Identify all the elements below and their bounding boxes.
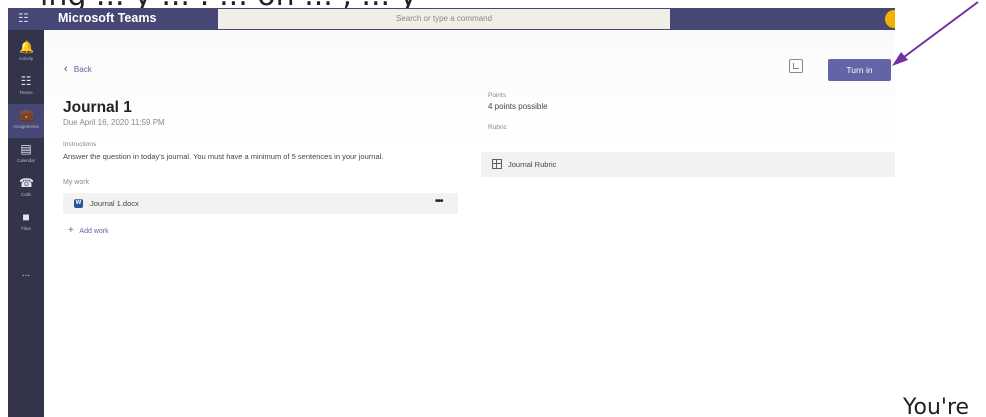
due-date: Due April 16, 2020 11:59 PM [63, 118, 165, 127]
more-apps-icon[interactable]: ... [8, 268, 44, 279]
phone-icon: ☎ [19, 176, 34, 190]
add-work-label: Add work [79, 228, 109, 235]
app-launcher-icon[interactable]: ☷ [18, 11, 32, 25]
arrow-head [892, 52, 908, 66]
rail-label: Teams [19, 90, 33, 95]
app-bar: 🔔 Activity ☷ Teams 💼 Assignments ▤ Calen… [8, 30, 44, 417]
immersive-reader-icon[interactable] [789, 59, 803, 73]
my-work-label: My work [63, 179, 90, 186]
back-label: Back [73, 65, 92, 74]
assignments-icon: 💼 [19, 108, 34, 122]
table-icon [492, 159, 502, 169]
rail-item-calendar[interactable]: ▤ Calendar [8, 138, 44, 172]
plus-icon: + [68, 225, 74, 236]
rail-label: Calls [20, 192, 31, 197]
teams-window: ☷ Microsoft Teams Search or type a comma… [8, 8, 895, 417]
file-name: Journal 1.docx [90, 199, 139, 208]
rail-item-assignments[interactable]: 💼 Assignments [8, 104, 44, 138]
rubric-link[interactable]: Journal Rubric [481, 152, 895, 177]
assignment-pane: ‹ Back Turn in Journal 1 Due April 16, 2… [44, 30, 895, 417]
annotation-arrow [892, 1, 979, 66]
slide-caption-bottom: You're [903, 395, 970, 417]
rail-item-files[interactable]: ■ Files [8, 206, 44, 240]
search-input[interactable]: Search or type a command [218, 9, 670, 29]
title-bar: ☷ Microsoft Teams Search or type a comma… [8, 8, 895, 30]
bell-icon: 🔔 [19, 40, 34, 54]
back-button[interactable]: ‹ Back [64, 63, 92, 75]
more-options-button[interactable]: ••• [435, 196, 443, 207]
instructions-label: Instructions [63, 141, 97, 148]
chevron-left-icon: ‹ [64, 63, 68, 75]
rail-label: Assignments [13, 124, 39, 129]
app-title: Microsoft Teams [58, 11, 157, 25]
slide-caption-top: ing ... y ... : ... on ... , ... y [0, 0, 986, 8]
rubric-name: Journal Rubric [508, 160, 557, 169]
rail-label: Activity [18, 56, 34, 61]
calendar-icon: ▤ [20, 142, 32, 156]
attached-file[interactable]: W Journal 1.docx ••• [63, 193, 458, 214]
teams-icon: ☷ [20, 74, 32, 88]
rail-item-teams[interactable]: ☷ Teams [8, 70, 44, 104]
rail-label: Files [21, 226, 31, 231]
files-icon: ■ [22, 210, 30, 224]
page-title: Journal 1 [63, 99, 132, 116]
instructions-text: Answer the question in today's journal. … [63, 152, 384, 161]
points-label: Points [488, 92, 507, 99]
rubric-label: Rubric [488, 124, 507, 131]
points-value: 4 points possible [488, 102, 548, 111]
add-work-button[interactable]: + Add work [68, 225, 109, 236]
rail-item-calls[interactable]: ☎ Calls [8, 172, 44, 206]
arrow-shaft [899, 1, 979, 61]
rail-label: Calendar [16, 158, 36, 163]
turn-in-button[interactable]: Turn in [828, 59, 891, 81]
rail-item-activity[interactable]: 🔔 Activity [8, 36, 44, 70]
word-doc-icon: W [74, 199, 83, 208]
slide-caption-text: ing ... y ... : ... on ... , ... y [40, 0, 417, 8]
